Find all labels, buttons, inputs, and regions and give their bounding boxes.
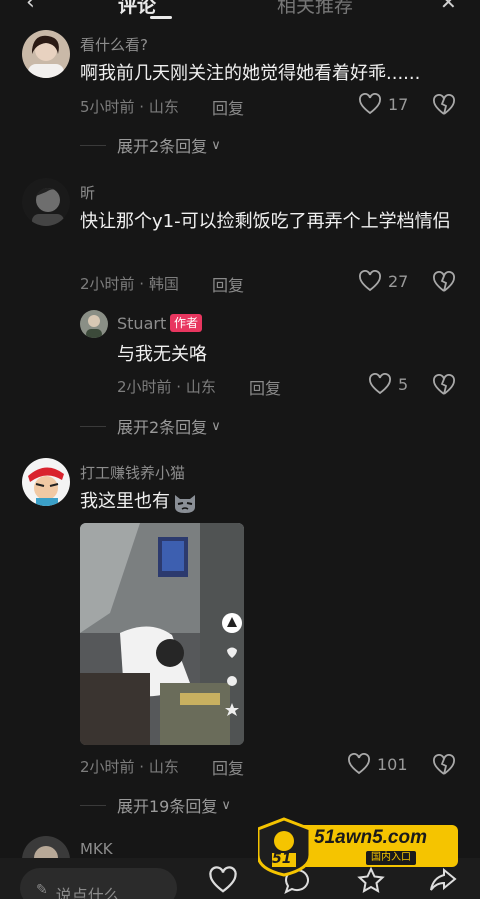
- comment-username[interactable]: 打工赚钱养小猫: [80, 462, 185, 483]
- expand-replies-label: 展开19条回复: [117, 797, 218, 816]
- like-button[interactable]: 17: [358, 93, 408, 115]
- expand-replies-button[interactable]: 展开2条回复 ∨: [80, 133, 221, 157]
- like-count: 101: [377, 754, 408, 774]
- watermark-brand: 51awn5.com: [314, 827, 427, 848]
- active-tab-indicator: [150, 16, 172, 19]
- comment-text: 我这里也有: [80, 491, 170, 512]
- pencil-icon: ✎: [36, 882, 48, 898]
- watermark-logo-number: 51: [272, 851, 292, 867]
- heart-icon: [209, 866, 237, 893]
- like-button[interactable]: 101: [347, 753, 408, 775]
- comment-time-location: 5小时前 · 山东: [80, 98, 179, 116]
- heart-icon: [369, 373, 391, 395]
- heart-icon: [359, 93, 381, 115]
- reply-button[interactable]: 回复: [212, 755, 244, 779]
- chevron-down-icon: ∨: [221, 797, 231, 813]
- reply-button[interactable]: 回复: [212, 95, 244, 119]
- broken-heart-icon: [433, 754, 455, 775]
- avatar[interactable]: [22, 458, 70, 506]
- dislike-button[interactable]: [432, 754, 456, 780]
- back-arrow-icon[interactable]: ‹: [26, 0, 35, 15]
- divider-line: [80, 804, 106, 806]
- watermark-tagline: 国内入口: [366, 851, 416, 865]
- reply-time-location: 2小时前 · 山东: [117, 378, 216, 396]
- like-button[interactable]: 5: [368, 373, 408, 395]
- comment-text-row: 我这里也有: [80, 487, 198, 516]
- comment-video-thumbnail[interactable]: [80, 523, 244, 745]
- cat-emoji-icon: [172, 489, 198, 515]
- reply-avatar[interactable]: [80, 310, 108, 338]
- like-button[interactable]: 27: [358, 270, 408, 292]
- like-count: 27: [388, 271, 409, 291]
- avatar[interactable]: [22, 178, 70, 226]
- reply-button[interactable]: 回复: [249, 375, 281, 399]
- divider-line: [80, 144, 106, 146]
- author-badge: 作者: [170, 314, 203, 332]
- reply-username[interactable]: Stuart: [117, 314, 166, 333]
- reply-text: 与我无关咯: [117, 344, 207, 365]
- chevron-down-icon: ∨: [211, 418, 221, 434]
- expand-replies-button[interactable]: 展开19条回复 ∨: [80, 793, 231, 817]
- expand-replies-label: 展开2条回复: [117, 418, 208, 437]
- like-post-button[interactable]: [208, 866, 238, 898]
- watermark-logo: 51 51awn5.com 国内入口: [256, 815, 463, 877]
- comment-time-location: 2小时前 · 韩国: [80, 275, 179, 293]
- comment-input-placeholder: 说点什么...: [55, 886, 135, 899]
- comment-username[interactable]: MKK: [80, 840, 113, 858]
- top-tab-bar: ‹ 评论 相关推荐 ✕: [0, 0, 480, 22]
- heart-icon: [348, 753, 370, 775]
- comment-text: 快让那个y1-可以捡剩饭吃了再弄个上学档情侣: [80, 211, 451, 232]
- dislike-button[interactable]: [432, 374, 456, 400]
- divider-line: [80, 425, 106, 427]
- dislike-button[interactable]: [432, 94, 456, 120]
- tab-related[interactable]: 相关推荐: [277, 0, 353, 18]
- comment-time-location: 2小时前 · 山东: [80, 758, 179, 776]
- heart-icon: [359, 270, 381, 292]
- close-icon[interactable]: ✕: [440, 0, 457, 14]
- chevron-down-icon: ∨: [211, 137, 221, 153]
- broken-heart-icon: [433, 271, 455, 292]
- expand-replies-label: 展开2条回复: [117, 137, 208, 156]
- expand-replies-button[interactable]: 展开2条回复 ∨: [80, 414, 221, 438]
- avatar[interactable]: [22, 30, 70, 78]
- broken-heart-icon: [433, 374, 455, 395]
- comment-username[interactable]: 看什么看?: [80, 34, 148, 55]
- like-count: 17: [388, 94, 409, 114]
- like-count: 5: [398, 374, 409, 394]
- dislike-button[interactable]: [432, 271, 456, 297]
- broken-heart-icon: [433, 94, 455, 115]
- comment-input[interactable]: ✎ 说点什么...: [20, 868, 177, 899]
- reply-button[interactable]: 回复: [212, 272, 244, 296]
- comment-username[interactable]: 昕: [80, 182, 95, 203]
- comment-text: 啊我前几天刚关注的她觉得她看着好乖......: [80, 63, 421, 84]
